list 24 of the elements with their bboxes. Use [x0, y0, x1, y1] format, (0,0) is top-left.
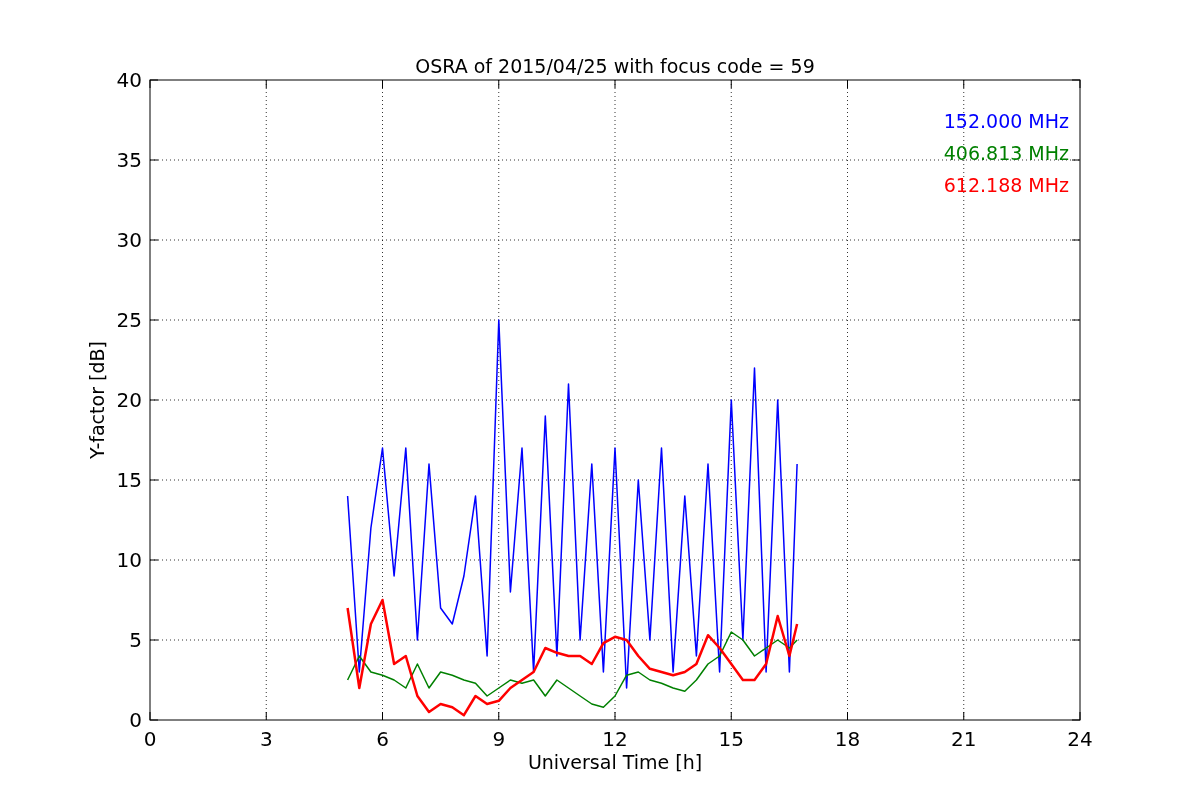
y-axis-label: Y-factor [dB] [86, 341, 108, 459]
y-tick-label: 30 [116, 228, 142, 252]
x-tick-label: 15 [718, 727, 744, 751]
x-tick-label: 9 [492, 727, 506, 751]
x-tick-label: 6 [376, 727, 389, 751]
y-tick-label: 35 [116, 148, 142, 172]
y-tick-label: 25 [116, 308, 142, 332]
y-tick-label: 15 [116, 468, 142, 492]
x-tick-label: 18 [834, 727, 861, 751]
y-tick-label: 0 [129, 708, 142, 732]
y-tick-label: 40 [116, 68, 142, 92]
legend-label: 612.188 MHz [943, 174, 1069, 196]
legend-label: 152.000 MHz [943, 110, 1069, 132]
x-tick-label: 0 [143, 727, 157, 751]
x-tick-label: 3 [259, 727, 273, 751]
y-tick-label: 10 [116, 548, 142, 572]
y-tick-label: 20 [116, 388, 142, 412]
y-tick-label: 5 [129, 628, 142, 652]
legend-label: 406.813 MHz [943, 142, 1069, 164]
x-axis-label: Universal Time [h] [527, 751, 703, 773]
chart-title: OSRA of 2015/04/25 with focus code = 59 [415, 55, 815, 77]
x-tick-label: 24 [1067, 727, 1093, 751]
x-tick-label: 21 [951, 727, 977, 751]
x-tick-label: 12 [602, 727, 628, 751]
